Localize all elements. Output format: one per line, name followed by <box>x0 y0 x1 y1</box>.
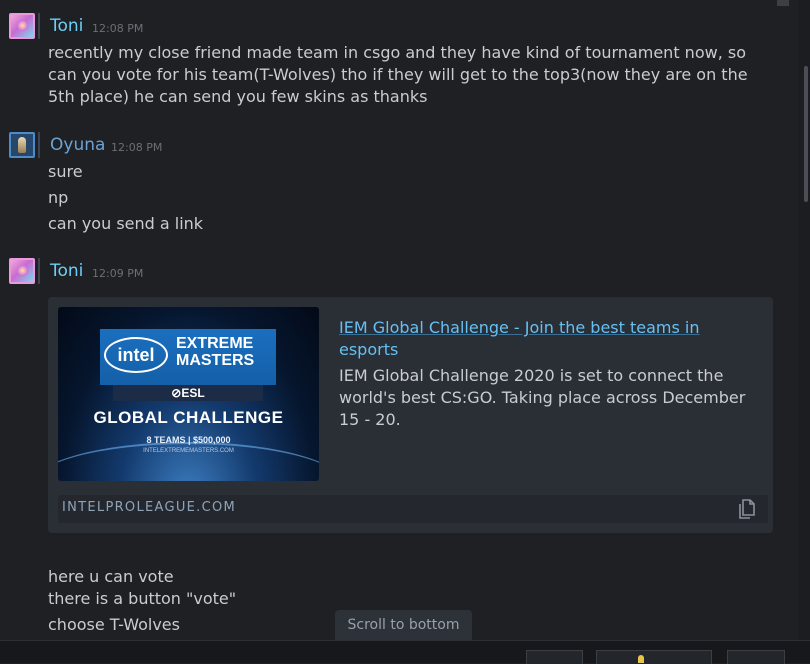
link-preview-title[interactable]: IEM Global Challenge - Join the best tea… <box>339 317 729 361</box>
logo-line: EXTREME <box>176 335 254 352</box>
link-preview-card[interactable]: intel EXTREME MASTERS ⊘ESL GLOBAL CHALLE… <box>48 297 773 533</box>
avatar-divider <box>38 13 40 39</box>
message-text: choose T-Wolves <box>48 615 180 634</box>
message-text: np <box>48 188 69 207</box>
message-text: can you vote for his team(T-Wolves) tho … <box>48 65 748 84</box>
message-text: 5th place) he can send you few skins as … <box>48 87 428 106</box>
avatar-divider <box>38 258 40 284</box>
timestamp: 12:08 PM <box>92 22 144 35</box>
scroll-up-icon[interactable] <box>777 0 789 6</box>
extreme-masters-logo: EXTREME MASTERS <box>176 335 254 369</box>
copy-icon[interactable] <box>734 497 758 521</box>
link-preview-image[interactable]: intel EXTREME MASTERS ⊘ESL GLOBAL CHALLE… <box>58 307 319 481</box>
logo-line: MASTERS <box>176 352 255 369</box>
description-line: IEM Global Challenge 2020 is set to conn… <box>339 366 724 385</box>
link-preview-description: IEM Global Challenge 2020 is set to conn… <box>339 365 769 431</box>
avatar[interactable] <box>9 132 35 158</box>
avatar[interactable] <box>9 13 35 39</box>
thumbnail-url: INTELEXTREMEMASTERS.COM <box>143 448 234 454</box>
message-text: sure <box>48 162 83 181</box>
title-line[interactable]: IEM Global Challenge - Join the best tea… <box>339 317 729 339</box>
intel-logo: intel <box>104 337 168 373</box>
timestamp: 12:09 PM <box>92 267 144 280</box>
description-line: world's best CS:GO. Taking place across … <box>339 388 746 407</box>
link-domain[interactable]: INTELPROLEAGUE.COM <box>62 500 236 515</box>
thumbnail-headline: GLOBAL CHALLENGE <box>93 408 284 427</box>
timestamp: 12:08 PM <box>111 141 163 154</box>
esl-logo: ⊘ESL <box>171 386 205 400</box>
username[interactable]: Toni <box>50 16 83 36</box>
message-text: here u can vote <box>48 567 174 586</box>
avatar-divider <box>38 132 40 158</box>
link-preview-footer: INTELPROLEAGUE.COM <box>58 495 768 523</box>
message-text: there is a button "vote" <box>48 589 237 608</box>
title-line[interactable]: esports <box>339 339 398 361</box>
scroll-to-bottom-button[interactable]: Scroll to bottom <box>335 610 472 641</box>
message-text: recently my close friend made team in cs… <box>48 43 746 62</box>
username[interactable]: Oyuna <box>50 135 105 155</box>
message-text: can you send a link <box>48 214 204 233</box>
esl-bar: ⊘ESL <box>113 385 263 401</box>
username[interactable]: Toni <box>50 261 83 281</box>
description-line: 15 - 20. <box>339 410 401 429</box>
avatar[interactable] <box>9 258 35 284</box>
chat-log: Toni 12:08 PM recently my close friend m… <box>0 0 798 640</box>
thumbnail-teams: 8 TEAMS | $500,000 <box>146 435 231 445</box>
scrollbar-thumb[interactable] <box>804 66 808 202</box>
